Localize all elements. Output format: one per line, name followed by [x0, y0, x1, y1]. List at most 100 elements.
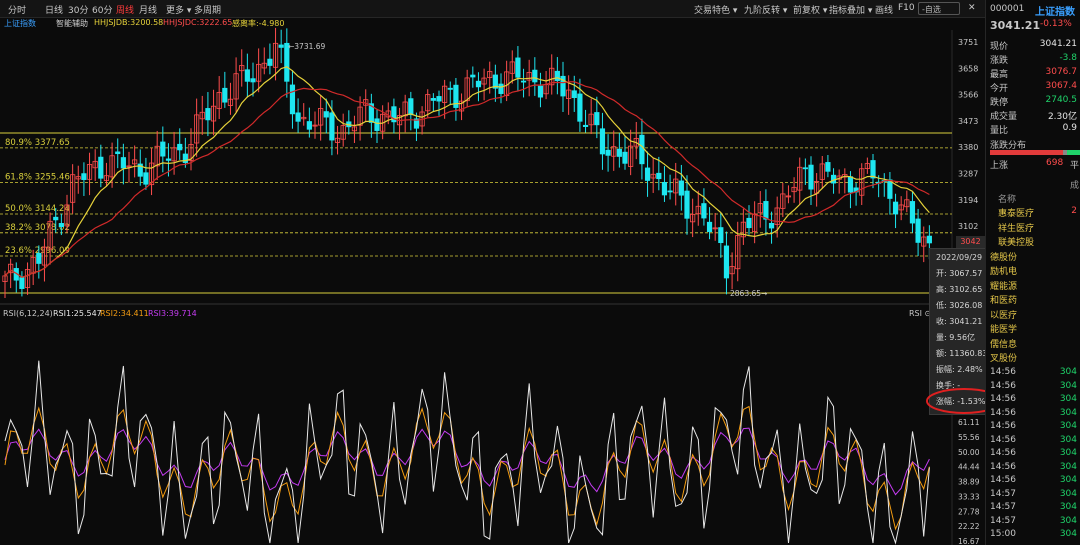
fib-label: 50.0% 3144.24	[5, 204, 70, 214]
tooltip-low: 低: 3026.08	[936, 301, 983, 310]
quote-label: 成交量	[990, 112, 1018, 122]
tick-price: 304	[1059, 367, 1077, 377]
quote-label: 今开	[990, 84, 1009, 94]
rank-list-item[interactable]: 耀能源	[990, 278, 1080, 292]
rank-stock-name: 耀能源	[990, 281, 1018, 292]
quote-value: -3.8	[1059, 53, 1077, 63]
rank-header-right: 成	[1070, 181, 1080, 191]
candle-body	[374, 118, 380, 131]
quote-label: 最高	[990, 70, 1009, 80]
quote-value: 3067.4	[1045, 81, 1078, 91]
tick-price: 304	[1059, 421, 1077, 431]
rank-list-item[interactable]: 励机电	[990, 263, 1080, 277]
candle-body	[605, 149, 611, 156]
candle-body	[870, 160, 876, 179]
rsi-axis-label: 44.44	[958, 463, 980, 472]
tick-row: 14:56 304	[990, 420, 1080, 434]
quote-label: 现价	[990, 42, 1009, 52]
quote-value: 2.30亿	[1047, 112, 1077, 122]
rsi-axis-label: 61.11	[958, 418, 980, 427]
low-annotation: 2863.65→	[730, 289, 767, 298]
tick-time: 14:57	[990, 502, 1016, 512]
candle-body	[430, 98, 436, 101]
candle-body	[616, 148, 622, 157]
price-axis-label: 3658	[958, 64, 978, 73]
rsi-axis-label: 27.78	[958, 507, 980, 516]
candle-body	[802, 167, 808, 170]
quote-value: 2740.5	[1045, 95, 1078, 105]
candle-body	[250, 78, 256, 83]
quote-row: 今开 3067.4	[990, 80, 1080, 94]
candle-body	[323, 111, 329, 118]
candle-body	[639, 134, 645, 165]
candle-body	[177, 143, 183, 151]
rank-list-item[interactable]: 叉股份	[990, 350, 1080, 364]
tick-row: 14:56 304	[990, 474, 1080, 488]
tick-time: 14:56	[990, 407, 1016, 418]
candle-body	[723, 245, 730, 279]
quote-value: 3041.21	[1039, 39, 1077, 49]
rank-list-item[interactable]: 联美控股	[990, 234, 1080, 248]
candle-body	[515, 57, 521, 78]
rsi2-line	[4, 405, 930, 531]
tick-time: 14:56	[990, 448, 1016, 458]
tooltip-volume: 量: 9.56亿	[936, 333, 976, 342]
quote-row: 量比 0.9	[990, 122, 1080, 136]
candle-body	[909, 201, 916, 224]
quote-value: 0.9	[1062, 123, 1077, 133]
candle-body	[58, 223, 64, 228]
candle-body	[222, 87, 228, 103]
rank-stock-value: 2	[1071, 206, 1077, 216]
quote-label: 跌停	[990, 98, 1009, 108]
tick-price: 304	[1059, 502, 1077, 512]
stock-code: 000001	[990, 4, 1025, 14]
candle-body	[599, 128, 606, 155]
candle-body	[892, 201, 899, 215]
candle-body	[408, 98, 414, 116]
quote-row: 最高 3076.7	[990, 66, 1080, 80]
tick-price: 304	[1059, 394, 1077, 404]
chart-canvas[interactable]: 80.9% 3377.65 61.8% 3255.46 50.0% 3144.24 3…	[0, 0, 985, 545]
rank-list-item[interactable]: 儒信息	[990, 336, 1080, 350]
rank-list-item[interactable]: 和医药	[990, 292, 1080, 306]
tick-time: 14:56	[990, 367, 1016, 377]
candle-body	[165, 158, 172, 161]
candle-body	[718, 227, 724, 244]
rsi-axis-label: 50.00	[958, 448, 980, 457]
quote-row: 涨跌 -3.8	[990, 52, 1080, 66]
quote-panel: 000001 上证指数 3041.21 -0.13% 现价 3041.21 涨跌 -3…	[985, 0, 1080, 545]
tick-time: 14:57	[990, 488, 1016, 499]
candle-body	[684, 190, 690, 219]
panel-change-pct: -0.13%	[1040, 19, 1072, 29]
rank-list-item[interactable]: 祥生医疗	[990, 220, 1080, 234]
rsi-axis-label: 22.22	[958, 522, 980, 531]
distribution-bar	[990, 150, 1080, 155]
quote-label: 涨跌	[990, 56, 1009, 66]
tick-row: 14:56 304	[990, 366, 1080, 380]
candle-body	[847, 176, 854, 193]
candle-body	[120, 157, 126, 169]
tick-price: 304	[1059, 461, 1077, 472]
price-axis-label: 3473	[958, 117, 978, 126]
candle-body	[768, 222, 775, 229]
high-annotation: ←3731.69	[288, 42, 326, 51]
rank-list-item[interactable]: 惠泰医疗 2	[990, 205, 1080, 219]
rank-list-item[interactable]: 以医疗	[990, 307, 1080, 321]
candle-body	[329, 112, 335, 141]
up-count: 698	[1046, 158, 1064, 168]
candle-body	[306, 121, 312, 130]
up-label: 上涨	[990, 161, 1009, 171]
rank-stock-name: 和医药	[990, 296, 1018, 306]
rank-list-item[interactable]: 能医学	[990, 321, 1080, 335]
tick-row: 14:57 304	[990, 515, 1080, 529]
rank-list-item[interactable]: 德股份	[990, 249, 1080, 263]
candle-body	[915, 218, 921, 243]
price-axis-label: 3380	[958, 143, 978, 152]
tick-price: 304	[1059, 475, 1077, 485]
tick-time: 14:56	[990, 394, 1016, 404]
quote-label: 量比	[990, 126, 1009, 136]
tooltip-amplitude: 振幅: 2.48%	[936, 365, 983, 374]
rsi-settings-icon[interactable]: RSI ⊙	[909, 309, 931, 318]
tick-price: 304	[1059, 434, 1077, 445]
candle-body	[577, 93, 583, 122]
